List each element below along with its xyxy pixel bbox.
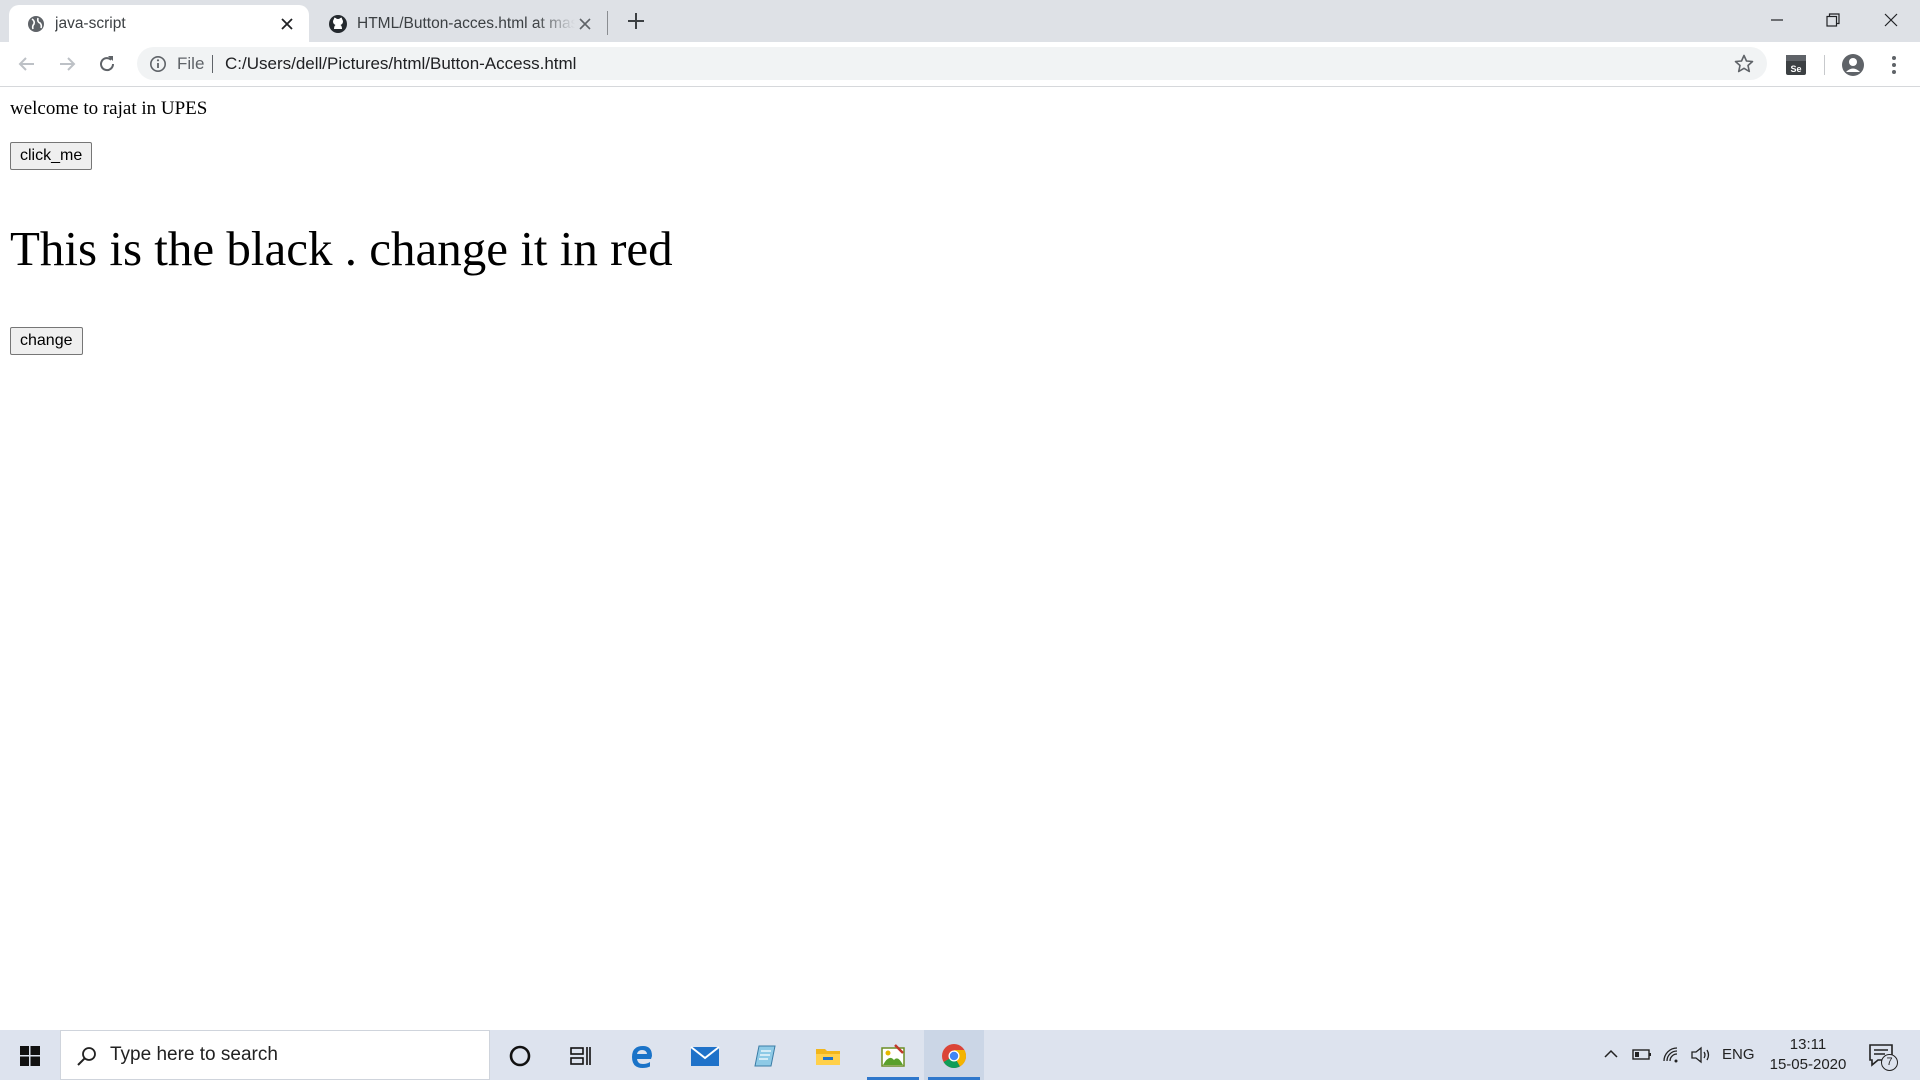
wifi-icon (1663, 1047, 1678, 1063)
new-tab-plus-icon[interactable] (623, 8, 649, 34)
chevron-up-icon (1604, 1049, 1618, 1058)
volume-button[interactable] (1688, 1030, 1712, 1080)
mail-button[interactable] (674, 1030, 734, 1080)
tab-separator (607, 11, 608, 35)
welcome-text: welcome to rajat in UPES (10, 98, 208, 119)
minimize-icon (1771, 19, 1783, 21)
site-chip-label[interactable]: File (177, 47, 204, 80)
url-text[interactable]: C:/Users/dell/Pictures/html/Button-Acces… (225, 47, 576, 80)
browser-toolbar: File C:/Users/dell/Pictures/html/Button-… (0, 42, 1920, 87)
close-window-icon (1884, 13, 1898, 27)
search-placeholder: Type here to search (110, 1044, 278, 1065)
close-icon[interactable] (577, 16, 593, 32)
tab-github-button-acces[interactable]: HTML/Button-acces.html at master (311, 5, 607, 42)
close-window-button[interactable] (1863, 0, 1919, 40)
battery-button[interactable] (1630, 1030, 1652, 1080)
battery-icon (1632, 1049, 1651, 1060)
forward-button[interactable] (52, 49, 82, 79)
toolbar-divider (1824, 55, 1825, 75)
notification-count-badge: 7 (1881, 1054, 1898, 1071)
github-icon (329, 15, 347, 33)
reload-button[interactable] (92, 49, 122, 79)
info-icon[interactable] (149, 55, 167, 73)
windows-taskbar: Type here to search ENG 13:11 15-05-2020… (0, 1030, 1920, 1080)
chrome-icon (942, 1044, 967, 1069)
speaker-icon (1691, 1046, 1710, 1064)
paint-button[interactable] (863, 1030, 923, 1080)
windows-logo-icon (20, 1046, 40, 1066)
edge-icon (632, 1046, 652, 1068)
chrome-button[interactable] (924, 1030, 984, 1080)
minimize-button[interactable] (1749, 0, 1805, 40)
bookmark-star-icon[interactable] (1733, 53, 1755, 75)
address-divider (212, 55, 213, 73)
globe-icon (28, 16, 44, 32)
tab-java-script[interactable]: java-script (9, 5, 309, 42)
browser-tab-strip: java-script HTML/Button-acces.html at ma… (0, 0, 1920, 42)
page-content: welcome to rajat in UPES click_me This i… (0, 88, 1920, 1030)
profile-avatar-icon[interactable] (1839, 51, 1867, 79)
task-view-icon (570, 1047, 591, 1065)
taskbar-search-box[interactable]: Type here to search (60, 1030, 490, 1080)
cortana-button[interactable] (490, 1030, 550, 1080)
page-headline: This is the black . change it in red (10, 221, 673, 276)
clock[interactable]: 13:11 15-05-2020 (1760, 1035, 1856, 1075)
close-icon[interactable] (279, 16, 295, 32)
tab-title: HTML/Button-acces.html at master (357, 15, 575, 32)
show-hidden-icons-button[interactable] (1600, 1030, 1622, 1080)
back-button[interactable] (12, 49, 42, 79)
clock-time: 13:11 (1789, 1036, 1827, 1053)
file-explorer-button[interactable] (798, 1030, 858, 1080)
address-bar[interactable]: File C:/Users/dell/Pictures/html/Button-… (137, 47, 1767, 80)
back-arrow-icon (18, 57, 34, 71)
svg-text:Se: Se (1790, 64, 1801, 74)
notepad-icon (754, 1045, 776, 1067)
change-button[interactable]: change (10, 327, 83, 355)
language-indicator[interactable]: ENG (1722, 1030, 1755, 1080)
search-icon (77, 1047, 96, 1066)
forward-arrow-icon (60, 57, 76, 71)
wifi-button[interactable] (1660, 1030, 1682, 1080)
file-explorer-icon (816, 1049, 840, 1065)
task-view-button[interactable] (550, 1030, 610, 1080)
tab-title: java-script (55, 15, 126, 32)
click-me-button[interactable]: click_me (10, 142, 93, 170)
restore-button[interactable] (1805, 0, 1861, 40)
notepad-button[interactable] (736, 1030, 796, 1080)
cortana-icon (509, 1045, 531, 1067)
selenium-extension-icon[interactable]: Se (1782, 51, 1810, 79)
more-menu-icon[interactable] (1880, 51, 1908, 79)
mail-icon (690, 1046, 720, 1066)
edge-button[interactable] (612, 1030, 672, 1080)
paint-icon (881, 1044, 905, 1067)
clock-date: 15-05-2020 (1769, 1056, 1847, 1073)
restore-icon (1826, 13, 1840, 27)
start-button[interactable] (0, 1030, 60, 1080)
reload-icon (100, 56, 115, 72)
